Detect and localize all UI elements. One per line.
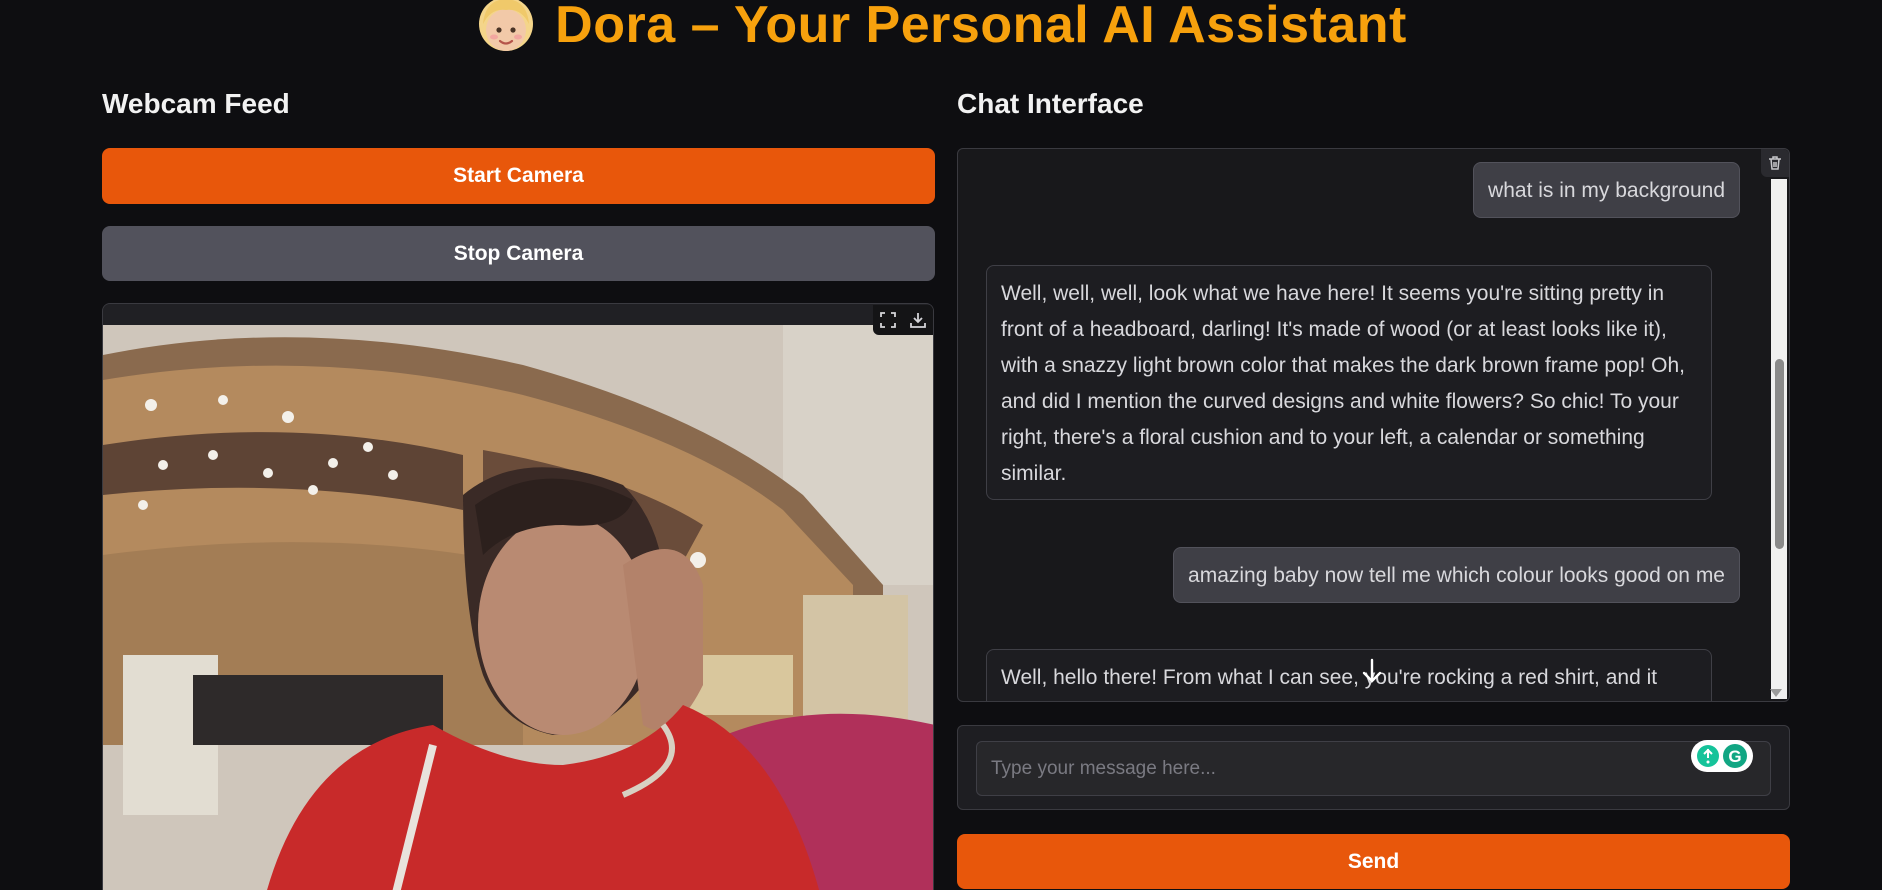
chat-message-user: amazing baby now tell me which colour lo… [1173,547,1740,603]
webcam-feed-panel [102,303,934,890]
webcam-panel-topbar [103,304,933,325]
chat-message-assistant: Well, hello there! From what I can see, … [986,649,1712,701]
stop-camera-button[interactable]: Stop Camera [102,226,935,281]
chat-scrollbar[interactable] [1770,179,1787,699]
svg-text:G: G [1728,747,1741,766]
app-root: Dora – Your Personal AI Assistant Webcam… [0,0,1882,890]
scroll-arrow-down-icon[interactable] [1770,689,1782,697]
grammarly-icon[interactable]: G [1691,740,1753,772]
trash-icon[interactable] [1761,149,1789,177]
chat-message-assistant: Well, well, well, look what we have here… [986,265,1712,500]
webcam-image [103,325,933,890]
arrow-down-icon[interactable] [1355,654,1389,688]
chat-scrollbar-thumb[interactable] [1775,359,1784,549]
message-input[interactable] [976,741,1771,796]
message-input-container: G [957,725,1790,810]
start-camera-button[interactable]: Start Camera [102,148,935,204]
download-icon[interactable] [903,305,933,335]
send-button[interactable]: Send [957,834,1790,889]
page-title: Dora – Your Personal AI Assistant [555,0,1407,54]
chat-heading: Chat Interface [957,88,1144,119]
webcam-heading: Webcam Feed [102,88,290,119]
chat-history-panel[interactable]: what is in my background Well, well, wel… [957,148,1790,702]
chat-message-user: what is in my background [1473,162,1740,218]
page-header: Dora – Your Personal AI Assistant [0,0,1882,58]
webcam-toolbar [873,305,933,335]
blonde-girl-emoji-icon [475,0,537,56]
fullscreen-icon[interactable] [873,305,903,335]
